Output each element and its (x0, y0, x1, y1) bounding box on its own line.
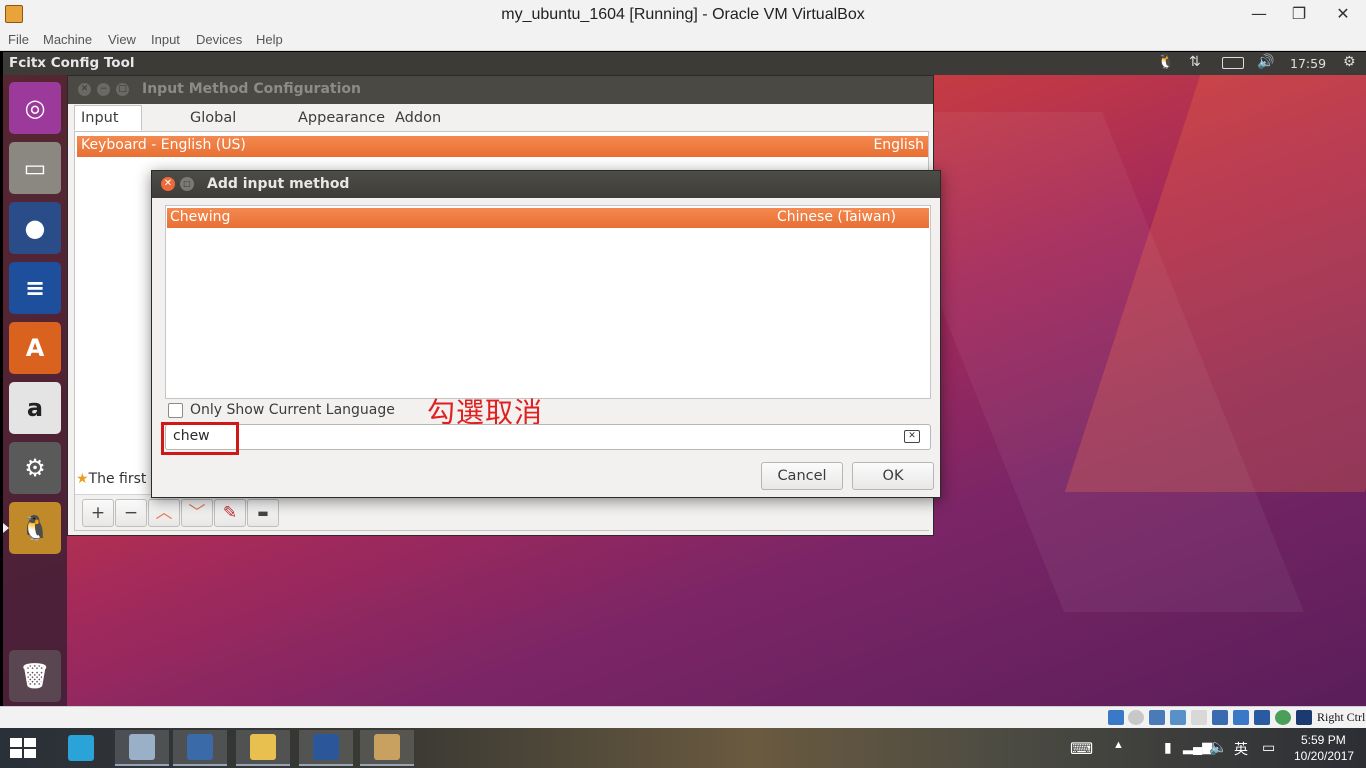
move-up-button[interactable]: ︿ (148, 499, 180, 527)
im-language: Chinese (Taiwan) (777, 209, 896, 225)
ime-indicator[interactable]: 英 (1234, 739, 1248, 759)
gear-icon[interactable]: ⚙ (1343, 54, 1356, 70)
search-input[interactable]: chew ✕ (161, 422, 931, 455)
guest-screen: Fcitx Config Tool 🐧 ⇅ 🔊 17:59 ⚙ ◎ ▭ ● ≡ … (3, 52, 1366, 706)
task-file-explorer[interactable] (236, 730, 290, 766)
task-paint[interactable] (360, 730, 414, 766)
only-show-current-language-checkbox[interactable] (168, 403, 183, 418)
libreoffice-writer-icon[interactable]: ≡ (9, 262, 61, 314)
menu-devices[interactable]: Devices (196, 32, 242, 47)
close-icon[interactable]: ✕ (161, 177, 175, 191)
fcitx-icon[interactable]: 🐧 (9, 502, 61, 554)
menu-input[interactable]: Input (151, 32, 180, 47)
storage-icon[interactable] (1108, 710, 1124, 725)
menu-file[interactable]: File (8, 32, 29, 47)
maximize-button[interactable]: ❐ (1276, 0, 1322, 30)
audio-icon[interactable] (1149, 710, 1165, 725)
list-item-selected[interactable]: Chewing Chinese (Taiwan) (167, 208, 929, 228)
available-methods-list: Chewing Chinese (Taiwan) (165, 205, 931, 399)
keyboard-layout-icon[interactable]: ▬ (247, 499, 279, 527)
amazon-icon[interactable]: a (9, 382, 61, 434)
shared-folders-icon[interactable] (1212, 710, 1228, 725)
window-titlebar: ✕ − □ Input Method Configuration (68, 76, 933, 104)
network-adapter-icon[interactable] (1170, 710, 1186, 725)
volume-icon[interactable]: 🔈 (1209, 738, 1228, 756)
network-icon[interactable]: ⇅ (1189, 54, 1201, 70)
task-virtualbox[interactable] (173, 730, 227, 766)
star-icon: ★ (76, 471, 89, 487)
ubuntu-dash-icon[interactable]: ◎ (9, 82, 61, 134)
dialog-titlebar: ✕ □ Add input method (152, 171, 940, 198)
host-statusbar: Right Ctrl (0, 706, 1366, 728)
volume-icon[interactable]: 🔊 (1257, 54, 1274, 70)
list-toolbar: + − ︿ ﹀ ✎ ▬ (75, 494, 930, 530)
keyboard-icon[interactable]: ⌨ (1070, 739, 1093, 759)
display-icon[interactable] (1233, 710, 1249, 725)
show-hidden-icons[interactable]: ▲ (1113, 739, 1124, 751)
menu-help[interactable]: Help (256, 32, 283, 47)
tux-icon[interactable]: 🐧 (1157, 54, 1174, 70)
tab-input-method[interactable]: Input Method (74, 105, 143, 150)
annotation-highlight-box (161, 422, 239, 455)
task-word[interactable] (299, 730, 353, 766)
guest-clock[interactable]: 17:59 (1290, 56, 1326, 71)
im-name: Chewing (170, 209, 231, 225)
menu-view[interactable]: View (108, 32, 136, 47)
host-titlebar: my_ubuntu_1604 [Running] - Oracle VM Vir… (0, 0, 1366, 30)
add-input-method-dialog: ✕ □ Add input method Chewing Chinese (Ta… (151, 170, 941, 498)
cancel-button[interactable]: Cancel (761, 462, 843, 490)
battery-icon[interactable]: ▮ (1164, 739, 1172, 756)
menu-machine[interactable]: Machine (43, 32, 92, 47)
optical-drive-icon[interactable] (1128, 710, 1144, 725)
only-show-current-language-label[interactable]: Only Show Current Language (190, 402, 395, 418)
usb-icon[interactable] (1191, 710, 1207, 725)
software-center-icon[interactable]: A (9, 322, 61, 374)
configure-icon[interactable]: ✎ (214, 499, 246, 527)
ok-button[interactable]: OK (852, 462, 934, 490)
trash-icon[interactable]: 🗑 (9, 650, 61, 702)
im-name: Keyboard - English (US) (81, 137, 246, 153)
close-icon[interactable]: ✕ (78, 83, 91, 96)
host-menubar: File Machine View Input Devices Help (0, 30, 1366, 51)
maximize-icon[interactable]: □ (116, 83, 129, 96)
host-window-title: my_ubuntu_1604 [Running] - Oracle VM Vir… (501, 6, 865, 23)
video-capture-icon[interactable] (1254, 710, 1270, 725)
hint-text: ★The first (76, 471, 147, 487)
windows-taskbar: ⌨ ▲ ▮ ▂▄▆ 🔈 英 ▭ 5:59 PM 10/20/2017 (0, 728, 1366, 768)
action-center-icon[interactable]: ▭ (1262, 739, 1275, 756)
cpu-icon[interactable] (1275, 710, 1291, 725)
taskbar-time[interactable]: 5:59 PM (1301, 733, 1346, 747)
active-indicator (3, 523, 9, 533)
battery-icon[interactable] (1222, 57, 1244, 69)
im-language: English (873, 137, 924, 153)
add-button[interactable]: + (82, 499, 114, 527)
system-settings-icon[interactable]: ⚙ (9, 442, 61, 494)
minimize-icon[interactable]: − (97, 83, 110, 96)
close-button[interactable]: ✕ (1320, 0, 1366, 30)
active-app-title: Fcitx Config Tool (9, 55, 135, 71)
wifi-icon[interactable]: ▂▄▆ (1183, 739, 1212, 755)
list-item-selected[interactable]: Keyboard - English (US) English (77, 136, 928, 157)
guest-top-panel: Fcitx Config Tool 🐧 ⇅ 🔊 17:59 ⚙ (3, 52, 1366, 75)
firefox-icon[interactable]: ● (9, 202, 61, 254)
tab-appearance[interactable]: Appearance (291, 105, 392, 131)
dialog-title: Add input method (207, 176, 350, 192)
windows-start-icon[interactable] (10, 738, 38, 760)
tab-global-config[interactable]: Global Config (183, 105, 244, 150)
window-title: Input Method Configuration (142, 81, 361, 97)
clear-search-icon[interactable]: ✕ (904, 430, 920, 443)
touch-icon[interactable] (54, 730, 108, 766)
taskbar-date[interactable]: 10/20/2017 (1294, 749, 1354, 763)
unity-launcher: ◎ ▭ ● ≡ A a ⚙ 🐧 🗑 (3, 75, 67, 706)
host-key-label: Right Ctrl (1317, 710, 1366, 724)
mouse-integration-icon[interactable] (1296, 710, 1312, 725)
maximize-icon[interactable]: □ (180, 177, 194, 191)
tab-addon[interactable]: Addon (388, 105, 448, 131)
move-down-button[interactable]: ﹀ (181, 499, 213, 527)
remove-button[interactable]: − (115, 499, 147, 527)
task-system-monitor[interactable] (115, 730, 169, 766)
files-icon[interactable]: ▭ (9, 142, 61, 194)
